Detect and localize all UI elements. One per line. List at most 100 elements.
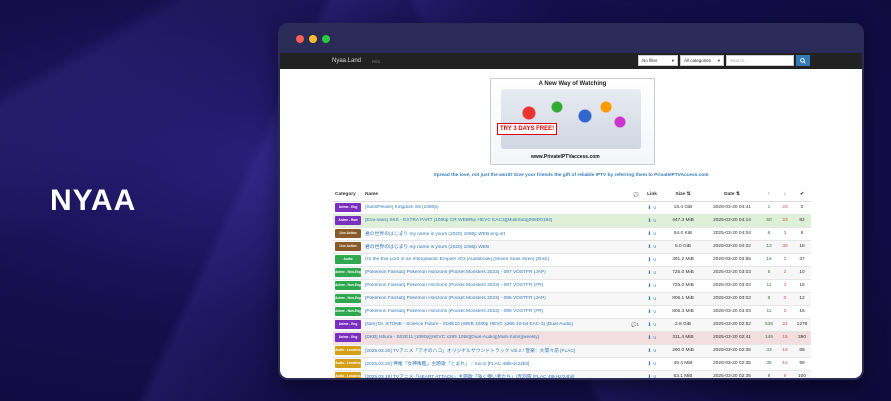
- torrent-name-link[interactable]: [Pokémon Fansub] Pokémon Horizons (Pocke…: [365, 283, 543, 288]
- row-category[interactable]: Audio - Lossless: [333, 344, 363, 358]
- magnet-icon[interactable]: ∪: [653, 335, 657, 341]
- category-badge[interactable]: Audio: [335, 255, 361, 264]
- iptv-advertisement[interactable]: A New Way of Watching TRY 3 DAYS FREE! w…: [490, 78, 655, 165]
- row-category[interactable]: Audio - Lossless: [333, 370, 363, 378]
- magnet-icon[interactable]: ∪: [653, 231, 657, 237]
- download-icon[interactable]: ⬇: [647, 309, 651, 315]
- torrent-name-link[interactable]: [2025.03.19] TVアニメ「HEART ATTACK」主題歌「強く儚い…: [365, 373, 575, 378]
- col-size[interactable]: Size ⇅: [663, 189, 703, 202]
- magnet-icon[interactable]: ∪: [653, 374, 657, 379]
- row-category[interactable]: Audio - Lossless: [333, 357, 363, 371]
- torrent-name-link[interactable]: [Erai-raws] SKS - EXTRA PART [1080p CR W…: [365, 218, 552, 223]
- torrent-name-link[interactable]: [2025.03.20] 神尾「女神降臨」主題歌「とまれ」／Xucci [FLA…: [365, 360, 529, 367]
- col-name[interactable]: Name 💬: [363, 189, 641, 202]
- maximize-window-icon[interactable]: [322, 35, 330, 43]
- download-icon[interactable]: ⬇: [647, 348, 651, 354]
- row-name: [2025.03.20] 神尾「女神降臨」主題歌「とまれ」／Xucci [FLA…: [363, 357, 641, 371]
- col-category[interactable]: Category: [333, 189, 363, 202]
- magnet-icon[interactable]: ∪: [653, 244, 657, 250]
- minimize-window-icon[interactable]: [309, 35, 317, 43]
- table-row: Anime - Non-Eng [Pokémon Fansub] Pokémon …: [333, 292, 811, 306]
- download-icon[interactable]: ⬇: [647, 270, 651, 276]
- download-icon[interactable]: ⬇: [647, 374, 651, 379]
- download-icon[interactable]: ⬇: [647, 335, 651, 341]
- download-icon[interactable]: ⬇: [647, 231, 651, 237]
- row-size: 5.0 GiB: [663, 240, 703, 254]
- category-badge[interactable]: Anime - Eng: [335, 203, 361, 212]
- download-icon[interactable]: ⬇: [647, 283, 651, 289]
- row-category[interactable]: Anime - Eng: [333, 331, 363, 345]
- download-icon[interactable]: ⬇: [647, 296, 651, 302]
- rss-link[interactable]: RSS: [372, 59, 380, 64]
- magnet-icon[interactable]: ∪: [653, 361, 657, 367]
- browser-viewport: Nyaa.Land RSS No filter ▾ All categories…: [280, 53, 862, 378]
- search-button[interactable]: [796, 55, 810, 66]
- category-badge[interactable]: Live Action: [335, 229, 361, 238]
- row-leechers: 0: [777, 292, 793, 306]
- row-category[interactable]: Anime - Eng: [333, 201, 363, 215]
- row-leechers: 16: [777, 344, 793, 358]
- category-badge[interactable]: Audio - Lossless: [335, 359, 361, 368]
- filter-select[interactable]: No filter ▾: [638, 55, 678, 66]
- promo-banner-link[interactable]: Spread the love, not just the word! Give…: [280, 173, 862, 178]
- row-category[interactable]: Audio: [333, 253, 363, 267]
- col-date[interactable]: Date ⇅: [703, 189, 761, 202]
- search-controls: No filter ▾ All categories ▾ Search...: [638, 55, 810, 66]
- magnet-icon[interactable]: ∪: [653, 205, 657, 211]
- download-icon[interactable]: ⬇: [647, 205, 651, 211]
- magnet-icon[interactable]: ∪: [653, 257, 657, 263]
- row-links: ⬇ ∪: [641, 214, 663, 228]
- download-icon[interactable]: ⬇: [647, 322, 651, 328]
- torrent-name-link[interactable]: 君の世界のはじまり my name is yours (2020) 1080p …: [365, 230, 505, 237]
- torrent-name-link[interactable]: 君の世界のはじまり my name is yours (2020) 1080p …: [365, 243, 489, 250]
- magnet-icon[interactable]: ∪: [653, 309, 657, 315]
- magnet-icon[interactable]: ∪: [653, 322, 657, 328]
- download-icon[interactable]: ⬇: [647, 218, 651, 224]
- row-category[interactable]: Live Action: [333, 240, 363, 254]
- category-select[interactable]: All categories ▾: [680, 55, 724, 66]
- category-badge[interactable]: Anime - Non-Eng: [335, 307, 361, 316]
- torrent-name-link[interactable]: [SubsPlease] Kingdom S5 (1080p): [365, 205, 439, 210]
- category-badge[interactable]: Anime - Non-Eng: [335, 294, 361, 303]
- download-icon[interactable]: ⬇: [647, 257, 651, 263]
- torrent-name-link[interactable]: [sam] Dr. STONE - Science Future - S04E1…: [365, 322, 573, 327]
- category-badge[interactable]: Live Action: [335, 242, 361, 251]
- row-category[interactable]: Anime - Non-Eng: [333, 279, 363, 293]
- category-badge[interactable]: Audio - Lossless: [335, 346, 361, 355]
- site-logo-link[interactable]: Nyaa.Land: [332, 58, 361, 64]
- torrent-name-link[interactable]: [Pokémon Fansub] Pokémon Horizons (Pocke…: [365, 270, 546, 275]
- magnet-icon[interactable]: ∪: [653, 348, 657, 354]
- comment-count[interactable]: 💬1: [631, 322, 639, 328]
- download-icon[interactable]: ⬇: [647, 361, 651, 367]
- torrent-name-link[interactable]: [DKB] Ishura - S02E11 [1080p][HEVC x265 …: [365, 335, 539, 340]
- category-badge[interactable]: Anime - Non-Eng: [335, 268, 361, 277]
- row-category[interactable]: Anime - Non-Eng: [333, 266, 363, 280]
- category-badge[interactable]: Audio - Lossless: [335, 372, 361, 378]
- close-window-icon[interactable]: [296, 35, 304, 43]
- magnet-icon[interactable]: ∪: [653, 270, 657, 276]
- category-badge[interactable]: Anime - Non-Eng: [335, 281, 361, 290]
- row-category[interactable]: Anime - Non-Eng: [333, 292, 363, 306]
- row-category[interactable]: Anime - Non-Eng: [333, 305, 363, 319]
- category-badge[interactable]: Anime - Raw: [335, 216, 361, 225]
- torrent-name-link[interactable]: [Pokémon Fansub] Pokémon Horizons (Pocke…: [365, 296, 546, 301]
- col-leechers[interactable]: ↓: [777, 189, 793, 202]
- category-badge[interactable]: Anime - Eng: [335, 320, 361, 329]
- row-category[interactable]: Anime - Raw: [333, 214, 363, 228]
- row-category[interactable]: Anime - Eng: [333, 318, 363, 332]
- col-seeders[interactable]: ↑: [761, 189, 777, 202]
- search-input[interactable]: Search...: [726, 55, 794, 66]
- magnet-icon[interactable]: ∪: [653, 296, 657, 302]
- row-completed: 16: [793, 305, 811, 319]
- download-icon[interactable]: ⬇: [647, 244, 651, 250]
- magnet-icon[interactable]: ∪: [653, 218, 657, 224]
- category-badge[interactable]: Anime - Eng: [335, 333, 361, 342]
- torrent-name-link[interactable]: [Pokémon Fansub] Pokémon Horizons (Pocke…: [365, 309, 543, 314]
- row-seeders: 11: [761, 305, 777, 319]
- row-category[interactable]: Live Action: [333, 227, 363, 241]
- col-completed[interactable]: ✔: [793, 189, 811, 202]
- col-date-label: Date: [724, 192, 735, 198]
- torrent-name-link[interactable]: I'm the Evil Lord of an Intergalactic Em…: [365, 257, 549, 262]
- magnet-icon[interactable]: ∪: [653, 283, 657, 289]
- torrent-name-link[interactable]: [2025.03.20] TVアニメ「アオのハコ」オリジナルサウンドトラック V…: [365, 347, 575, 354]
